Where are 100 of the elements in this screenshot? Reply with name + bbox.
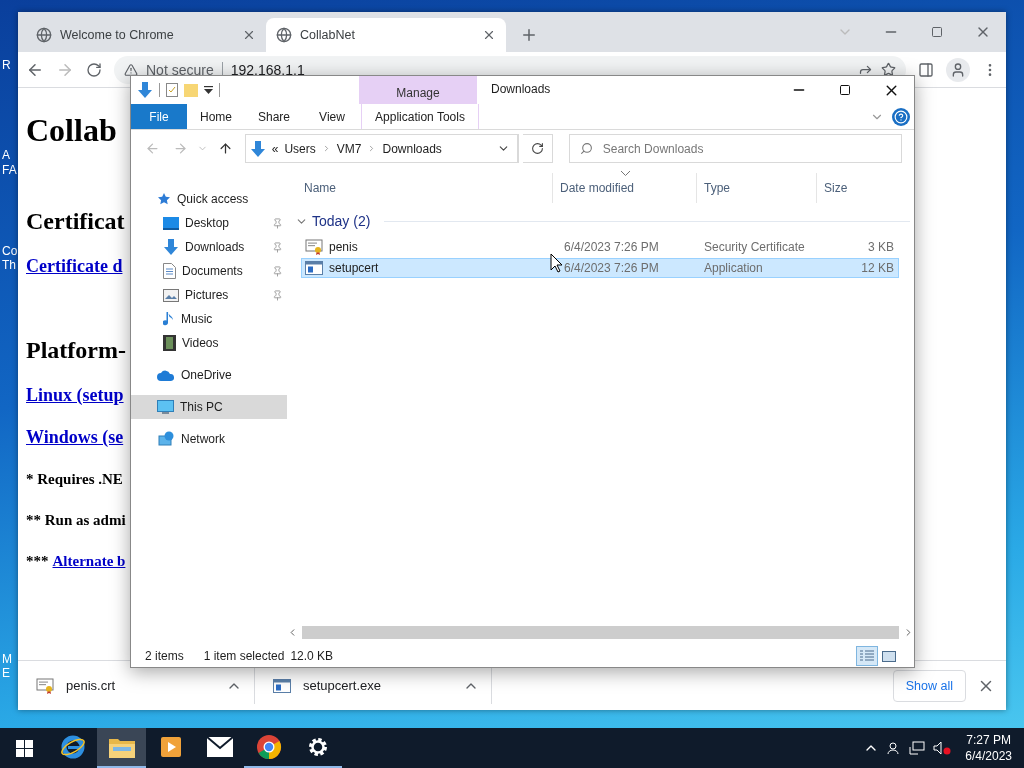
ribbon-tab[interactable]: Application Tools [361, 104, 479, 129]
context-tab-header: Manage [359, 76, 477, 104]
media-player-icon[interactable] [158, 735, 183, 759]
desktop-icon-label: FA [2, 163, 17, 177]
document-icon [163, 263, 176, 279]
properties-icon[interactable] [166, 83, 178, 97]
warning-icon [124, 62, 138, 77]
column-header[interactable]: Date modified [553, 173, 697, 203]
gear-icon[interactable] [306, 736, 329, 758]
cloud-icon [157, 369, 175, 381]
address-field[interactable]: « Users VM7 Downloads [244, 134, 520, 163]
film-icon [163, 335, 176, 351]
dropdown-caret-icon[interactable] [204, 86, 213, 94]
nav-item[interactable]: This PC [131, 395, 287, 419]
folder-icon[interactable] [108, 736, 135, 758]
ribbon-tab[interactable]: Share [245, 104, 303, 129]
column-header[interactable]: Name [291, 173, 553, 203]
music-note-icon [163, 311, 175, 327]
people-icon[interactable] [887, 741, 902, 755]
chrome-logo-icon[interactable] [255, 734, 282, 760]
speaker-muted-icon[interactable] [933, 741, 952, 755]
network-icon [157, 431, 175, 447]
url-text: 192.168.1.1 [230, 61, 305, 78]
note-text: *** [26, 552, 49, 571]
globe-icon [36, 27, 52, 43]
picture-icon [163, 288, 179, 302]
browser-tab[interactable]: CollabNet [266, 18, 506, 52]
maximize-icon[interactable] [839, 84, 851, 96]
nav-item[interactable]: Desktop [131, 211, 287, 235]
nav-item[interactable]: Videos [131, 331, 287, 355]
desktop-icon-label: M [2, 652, 12, 666]
certificate-icon [36, 677, 54, 694]
clock[interactable]: 7:27 PM 6/4/2023 [965, 732, 1012, 764]
note-text: * Requires .NE [26, 470, 123, 489]
show-all-button[interactable]: Show all [892, 669, 966, 702]
file-row[interactable]: setupcert 6/4/2023 7:26 PM Application 12 KB [301, 258, 899, 278]
browser-e-icon[interactable] [59, 734, 86, 760]
windows-logo-icon [15, 739, 33, 757]
monitor-icon [157, 399, 174, 415]
page-heading: Certificat [26, 207, 125, 235]
taskbar-app[interactable] [97, 728, 146, 768]
application-icon [273, 678, 291, 693]
reload-icon[interactable] [86, 61, 102, 78]
new-tab-icon[interactable] [520, 26, 538, 44]
application-icon [305, 261, 323, 275]
note-text: ** Run as admi [26, 511, 126, 530]
close-icon[interactable] [482, 28, 496, 42]
cursor-icon [550, 253, 563, 273]
page-heading: Collab [26, 112, 117, 148]
column-header[interactable]: Size [817, 173, 893, 203]
up-icon[interactable] [217, 141, 233, 156]
star-icon[interactable] [881, 62, 896, 77]
globe-icon [276, 27, 292, 43]
desktop-icon-label: E [2, 666, 10, 680]
large-icons-icon [882, 650, 896, 662]
horizontal-scrollbar[interactable] [287, 624, 914, 641]
desktop-icon-label: R [2, 58, 11, 72]
profile-avatar[interactable] [946, 57, 970, 82]
details-list-icon [860, 650, 874, 662]
desktop-icon [163, 216, 179, 230]
column-header[interactable]: Type [697, 173, 817, 203]
desktop-icon-label: A [2, 148, 10, 162]
nav-item[interactable]: Music [131, 307, 287, 331]
help-icon[interactable] [892, 107, 910, 126]
status-text: 2 items [145, 649, 184, 663]
status-text: 1 item selected [203, 649, 285, 663]
desktop-icon-label: Th [2, 258, 16, 272]
side-panel-icon[interactable] [918, 61, 934, 78]
page-link[interactable]: Certificate d [26, 255, 123, 277]
window-title: Downloads [490, 81, 552, 98]
browser-tab[interactable]: Welcome to Chrome [26, 18, 266, 52]
refresh-button[interactable] [523, 134, 553, 163]
status-text: 12.0 KB [290, 649, 334, 663]
network-icon[interactable] [909, 741, 926, 755]
page-link[interactable]: Linux (setup [26, 384, 124, 406]
page-link[interactable]: Windows (se [26, 426, 124, 448]
ribbon-tab[interactable]: View [303, 104, 361, 129]
ribbon-tab[interactable]: File [131, 104, 187, 129]
envelope-icon[interactable] [206, 737, 233, 757]
search-icon [579, 142, 593, 155]
refresh-icon [531, 142, 545, 155]
page-link[interactable]: Alternate b [52, 551, 126, 571]
security-label: Not secure [146, 61, 214, 78]
nav-item[interactable]: Quick access [131, 187, 287, 211]
download-arrow-icon [163, 239, 179, 255]
desktop-icon-label: Co [2, 244, 18, 258]
page-heading: Platform- [26, 336, 126, 364]
certificate-icon [305, 239, 323, 255]
file-row[interactable]: penis 6/4/2023 7:26 PM Security Certificate 3 KB [301, 237, 899, 257]
download-arrow-icon[interactable] [137, 82, 153, 98]
nav-item[interactable]: Downloads [131, 235, 287, 259]
star-icon [157, 192, 171, 206]
nav-item[interactable]: Documents [131, 259, 287, 283]
nav-item[interactable]: Pictures [131, 283, 287, 307]
nav-item[interactable]: Network [131, 427, 287, 451]
download-arrow-icon [249, 140, 266, 157]
nav-item[interactable]: OneDrive [131, 363, 287, 387]
search-field[interactable]: Search Downloads [568, 134, 902, 163]
group-label: Today (2) [312, 213, 371, 229]
ribbon-tab[interactable]: Home [187, 104, 245, 129]
